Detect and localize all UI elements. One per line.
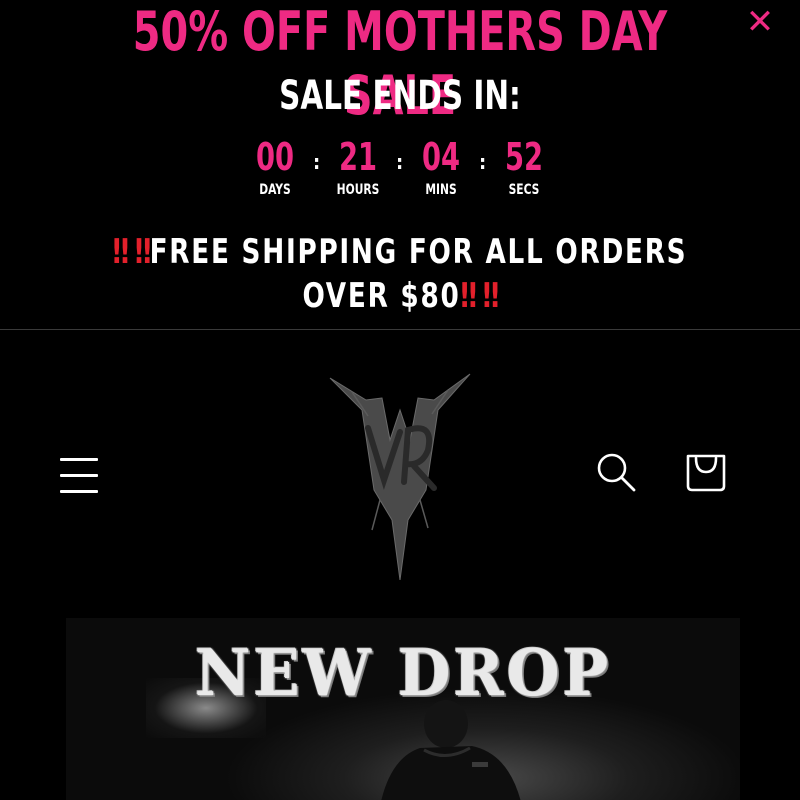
site-header [0, 330, 800, 620]
cart-button[interactable] [684, 450, 728, 496]
countdown-hours-label: HOURS [336, 182, 380, 198]
countdown-days-value: 00 [255, 135, 295, 179]
model-figure-image [381, 700, 521, 800]
countdown-secs: 52 SECS [479, 134, 569, 199]
countdown-mins-label: MINS [425, 182, 457, 198]
sale-title: 50% OFF MOTHERS DAY SALE [132, 0, 668, 127]
menu-button[interactable] [60, 458, 100, 494]
announcement-bar: 50% OFF MOTHERS DAY SALE ✕ SALE ENDS IN:… [0, 0, 800, 329]
brand-logo[interactable] [322, 370, 478, 581]
countdown-days: 00 DAYS [230, 134, 320, 199]
countdown-days-label: DAYS [259, 182, 291, 198]
logo-emblem-icon [329, 373, 471, 581]
search-button[interactable] [594, 450, 640, 496]
search-icon [597, 453, 636, 492]
close-icon: ✕ [745, 2, 775, 42]
hero-banner[interactable]: NEW DROP [66, 618, 740, 800]
countdown-mins-value: 04 [421, 135, 461, 179]
countdown-hours: 21 HOURS [313, 134, 403, 199]
countdown-timer: 00 DAYS : 21 HOURS : 04 MINS : 52 SECS [0, 134, 800, 204]
free-shipping-text: FREE SHIPPING FOR ALL ORDERS OVER $80 [149, 232, 688, 316]
countdown-secs-label: SECS [508, 182, 540, 198]
countdown-hours-value: 21 [338, 135, 378, 179]
cart-icon [686, 454, 726, 492]
countdown-secs-value: 52 [504, 135, 544, 179]
double-exclamation-icon: ‼ ‼ [112, 232, 152, 272]
close-button[interactable]: ✕ [742, 4, 778, 40]
double-exclamation-icon: ‼ ‼ [460, 276, 500, 316]
free-shipping-notice: ‼ ‼FREE SHIPPING FOR ALL ORDERS OVER $80… [73, 230, 727, 318]
countdown-mins: 04 MINS [396, 134, 486, 199]
sale-ends-heading: SALE ENDS IN: [279, 73, 521, 119]
